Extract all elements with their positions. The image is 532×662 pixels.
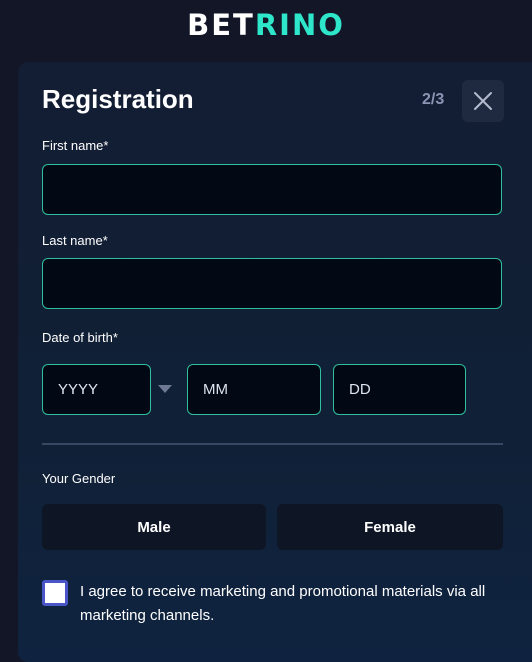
birth-month-field[interactable] [187, 364, 321, 415]
birth-year-field[interactable] [42, 364, 151, 415]
first-name-field[interactable] [42, 164, 502, 215]
gender-female-button[interactable]: Female [277, 504, 503, 550]
page-title: Registration [42, 84, 194, 114]
date-of-birth-label: Date of birth* [42, 330, 118, 345]
marketing-consent-text: I agree to receive marketing and promoti… [80, 583, 486, 624]
close-button[interactable] [462, 80, 504, 122]
close-icon [474, 92, 492, 110]
chevron-down-icon [158, 385, 172, 393]
section-divider [42, 443, 503, 445]
marketing-consent-checkbox[interactable] [42, 580, 68, 606]
gender-male-button[interactable]: Male [42, 504, 266, 550]
birth-day-field[interactable] [333, 364, 466, 415]
gender-label: Your Gender [42, 471, 116, 486]
first-name-label: First name* [42, 138, 109, 153]
step-indicator: 2/3 [422, 91, 445, 108]
last-name-field[interactable] [42, 258, 502, 309]
betrino-logo: BETRINO [0, 8, 532, 42]
logo-bet-text: BET [187, 8, 255, 42]
year-dropdown-toggle[interactable] [151, 364, 179, 414]
last-name-label: Last name* [42, 233, 108, 248]
logo-rino-text: RINO [254, 8, 345, 42]
